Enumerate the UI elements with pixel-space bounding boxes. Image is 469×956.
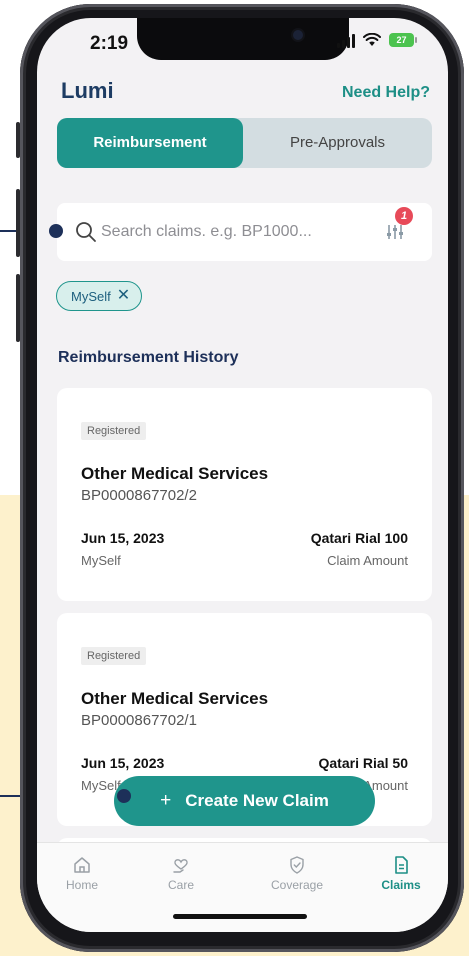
claims-tab-switcher: Reimbursement Pre-Approvals — [57, 118, 432, 168]
shield-check-icon — [290, 856, 304, 874]
claim-reference: BP0000867702/1 — [81, 712, 197, 729]
signal-icon — [337, 32, 355, 48]
callout-dot-fab — [117, 789, 131, 803]
notch — [137, 18, 349, 60]
callout-dot-search — [49, 224, 63, 238]
claim-member: MySelf — [81, 778, 121, 793]
heart-hand-icon — [173, 859, 188, 873]
claim-title: Other Medical Services — [81, 464, 269, 483]
claim-date: Jun 15, 2023 — [81, 530, 165, 546]
filter-icon[interactable] — [386, 223, 404, 241]
section-title: Reimbursement History — [58, 349, 239, 366]
tab-coverage-label: Coverage — [270, 878, 324, 892]
tab-care[interactable]: Care — [136, 855, 226, 892]
home-indicator — [173, 914, 307, 919]
tab-home-label: Home — [65, 878, 98, 892]
battery-icon: 27 — [389, 33, 417, 47]
claim-amount: Qatari Rial 50 — [318, 755, 409, 771]
status-badge: Registered — [81, 647, 147, 665]
search-input[interactable] — [101, 216, 361, 248]
volume-up-button — [16, 189, 20, 257]
create-new-claim-label: Create New Claim — [185, 791, 329, 810]
claim-reference: BP0000867702/2 — [81, 487, 197, 504]
claim-amount: Qatari Rial 100 — [310, 530, 408, 546]
app-logo: Lumi — [61, 78, 114, 103]
tab-care-label: Care — [167, 878, 194, 892]
volume-down-button — [16, 274, 20, 342]
status-badge: Registered — [81, 422, 147, 440]
close-icon[interactable]: ✕ — [117, 288, 130, 304]
filter-chip-label: MySelf — [71, 288, 111, 304]
filter-chip-myself[interactable]: MySelf ✕ — [56, 281, 143, 311]
wifi-icon — [363, 33, 381, 46]
tab-home[interactable]: Home — [37, 855, 127, 892]
claim-amount-label: Claim Amount — [327, 553, 408, 568]
status-time: 2:19 — [90, 33, 129, 54]
need-help-link[interactable]: Need Help? — [342, 84, 430, 102]
status-icons: 27 — [337, 32, 417, 48]
search-bar: 1 — [57, 203, 432, 261]
camera — [293, 30, 303, 40]
claim-card[interactable]: Registered Other Medical Services BP0000… — [57, 388, 432, 601]
plus-icon: + — [160, 790, 172, 811]
app-screen: 2:19 27 Lumi Need Help? Reimbursement Pr… — [37, 18, 448, 932]
mute-switch — [16, 122, 20, 158]
document-icon — [395, 856, 408, 874]
tab-coverage[interactable]: Coverage — [252, 855, 342, 892]
tab-claims[interactable]: Claims — [356, 855, 446, 892]
search-icon — [76, 222, 96, 242]
tab-claims-label: Claims — [381, 878, 421, 892]
filter-count-badge: 1 — [395, 207, 413, 225]
home-icon — [74, 857, 90, 873]
claim-date: Jun 15, 2023 — [81, 755, 165, 771]
claim-title: Other Medical Services — [81, 689, 269, 708]
create-new-claim-button[interactable]: + Create New Claim — [114, 776, 375, 826]
tab-pre-approvals[interactable]: Pre-Approvals — [243, 118, 432, 168]
claim-member: MySelf — [81, 553, 121, 568]
tab-reimbursement[interactable]: Reimbursement — [57, 118, 243, 168]
